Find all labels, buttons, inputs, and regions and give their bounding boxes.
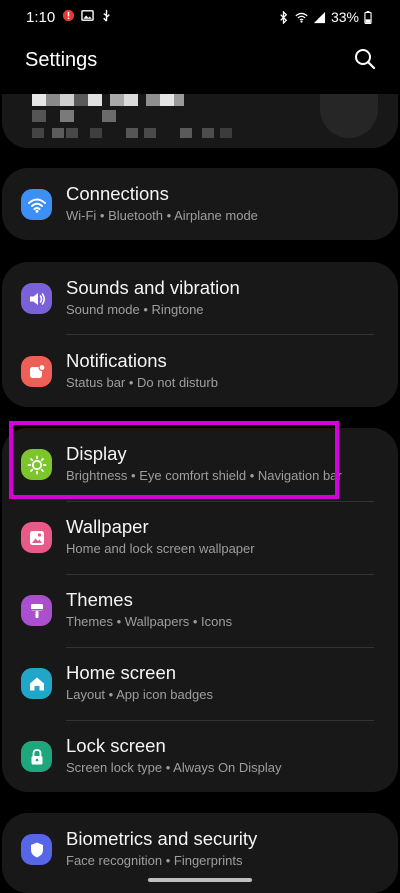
- status-notification-icons: [62, 9, 113, 22]
- status-bar: 1:10 33%: [0, 0, 400, 34]
- item-label: Display: [66, 443, 127, 464]
- shield-icon: [21, 834, 52, 865]
- home-indicator[interactable]: [148, 878, 252, 882]
- settings-item-wallpaper[interactable]: Wallpaper Home and lock screen wallpaper: [2, 501, 398, 573]
- settings-item-themes[interactable]: Themes Themes • Wallpapers • Icons: [2, 574, 398, 646]
- item-subtitle: Home and lock screen wallpaper: [66, 541, 255, 556]
- item-label: Biometrics and security: [66, 828, 258, 849]
- image-icon: [21, 522, 52, 553]
- sun-icon: [21, 449, 52, 480]
- item-label: Sounds and vibration: [66, 277, 240, 298]
- settings-item-connections[interactable]: Connections Wi-Fi • Bluetooth • Airplane…: [2, 168, 398, 240]
- app-header: Settings: [0, 40, 400, 80]
- status-time: 1:10: [26, 9, 56, 26]
- usb-icon: [103, 9, 110, 22]
- item-label: Notifications: [66, 350, 167, 371]
- item-label: Lock screen: [66, 735, 166, 756]
- item-label: Home screen: [66, 662, 177, 683]
- avatar[interactable]: [320, 94, 378, 138]
- battery-icon: [364, 10, 372, 24]
- account-card[interactable]: [2, 94, 398, 148]
- signal-icon: [313, 11, 326, 23]
- status-system-icons: 33%: [277, 9, 372, 25]
- bluetooth-icon: [280, 10, 288, 24]
- item-label: Connections: [66, 183, 169, 204]
- settings-item-sounds[interactable]: Sounds and vibration Sound mode • Ringto…: [2, 262, 398, 334]
- wifi-status-icon: [295, 12, 308, 23]
- alert-icon: [62, 9, 75, 22]
- item-subtitle: Brightness • Eye comfort shield • Naviga…: [66, 468, 342, 483]
- item-subtitle: Wi-Fi • Bluetooth • Airplane mode: [66, 208, 258, 223]
- settings-item-lock-screen[interactable]: Lock screen Screen lock type • Always On…: [2, 720, 398, 792]
- settings-group-display: Display Brightness • Eye comfort shield …: [2, 428, 398, 792]
- settings-item-home-screen[interactable]: Home screen Layout • App icon badges: [2, 647, 398, 719]
- settings-item-biometrics[interactable]: Biometrics and security Face recognition…: [2, 813, 398, 885]
- home-icon: [21, 668, 52, 699]
- lock-icon: [21, 741, 52, 772]
- page-title: Settings: [25, 49, 98, 71]
- item-subtitle: Face recognition • Fingerprints: [66, 853, 243, 868]
- wifi-icon: [21, 189, 52, 220]
- gallery-icon: [81, 10, 94, 21]
- settings-item-notifications[interactable]: Notifications Status bar • Do not distur…: [2, 335, 398, 407]
- item-subtitle: Layout • App icon badges: [66, 687, 213, 702]
- item-subtitle: Status bar • Do not disturb: [66, 375, 218, 390]
- blurred-account-name: [32, 94, 232, 138]
- item-subtitle: Themes • Wallpapers • Icons: [66, 614, 233, 629]
- item-label: Themes: [66, 589, 133, 610]
- settings-group-sound: Sounds and vibration Sound mode • Ringto…: [2, 262, 398, 407]
- volume-icon: [21, 283, 52, 314]
- settings-group-connections: Connections Wi-Fi • Bluetooth • Airplane…: [2, 168, 398, 240]
- search-icon[interactable]: [352, 46, 378, 72]
- notification-icon: [21, 356, 52, 387]
- item-subtitle: Screen lock type • Always On Display: [66, 760, 282, 775]
- brush-icon: [21, 595, 52, 626]
- settings-item-display[interactable]: Display Brightness • Eye comfort shield …: [2, 428, 398, 500]
- item-label: Wallpaper: [66, 516, 149, 537]
- battery-percent: 33%: [330, 9, 359, 25]
- item-subtitle: Sound mode • Ringtone: [66, 302, 204, 317]
